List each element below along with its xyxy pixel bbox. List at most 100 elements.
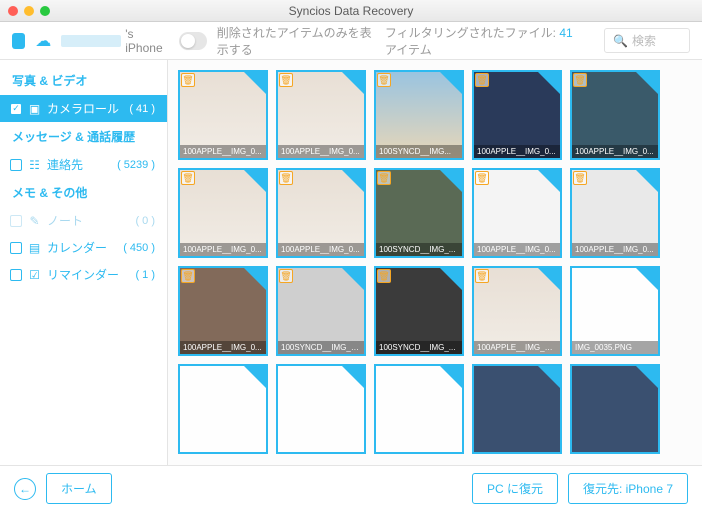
thumbnail-caption: 100APPLE__IMG_0...: [474, 145, 560, 158]
section-memo: メモ & その他: [0, 178, 167, 207]
thumbnail-item[interactable]: IMG_0035.PNG: [570, 266, 660, 356]
thumbnail-item[interactable]: 🗑100APPLE__IMG_0...: [472, 168, 562, 258]
minimize-icon[interactable]: [24, 6, 34, 16]
thumbnail-item[interactable]: [570, 364, 660, 454]
home-icon[interactable]: ←: [14, 478, 36, 500]
sidebar-item-label: カレンダー: [47, 239, 107, 256]
deleted-only-toggle[interactable]: [179, 32, 207, 50]
thumbnail-caption: 100APPLE__IMG_0...: [180, 341, 266, 354]
main: 写真 & ビデオ ✓ ▣ カメラロール ( 41 ) メッセージ & 通話履歴 …: [0, 60, 702, 465]
checkbox-icon[interactable]: ✓: [10, 103, 22, 115]
selected-corner-icon: [440, 268, 462, 290]
selected-corner-icon: [538, 72, 560, 94]
thumbnail-caption: 100APPLE__IMG_0...: [572, 243, 658, 256]
thumbnail-grid: 🗑100APPLE__IMG_0...🗑100APPLE__IMG_0...🗑1…: [168, 60, 702, 465]
trash-icon: 🗑: [279, 73, 293, 87]
thumbnail-item[interactable]: 🗑 100APPLE__IMG_0...: [276, 70, 366, 160]
cloud-icon: ☁: [35, 31, 51, 51]
thumbnail-caption: 100APPLE__IMG_0...: [278, 243, 364, 256]
thumbnail-item[interactable]: 🗑 100APPLE__IMG_0...: [570, 168, 660, 258]
toolbar: ☁ 's iPhone 削除されたアイテムのみを表示する フィルタリングされたフ…: [0, 22, 702, 60]
thumbnail-item[interactable]: 🗑100SYNCD__IMG...: [374, 70, 464, 160]
thumbnail-item[interactable]: 🗑 100APPLE__IMG_0...: [178, 70, 268, 160]
thumbnail-caption: 100SYNCD__IMG_...: [376, 243, 462, 256]
thumbnail-item[interactable]: 🗑 100APPLE__IMG_0...: [276, 168, 366, 258]
device-name-redacted: [61, 35, 121, 47]
thumbnail-item[interactable]: 🗑100SYNCD__IMG_...: [374, 266, 464, 356]
selected-corner-icon: [342, 170, 364, 192]
search-input[interactable]: 🔍 検索: [604, 28, 690, 53]
thumbnail-item[interactable]: [472, 364, 562, 454]
selected-corner-icon: [538, 268, 560, 290]
footer: ← ホーム PC に復元 復元先: iPhone 7: [0, 465, 702, 511]
sidebar-item-count: ( 41 ): [129, 103, 155, 115]
selected-corner-icon: [538, 366, 560, 388]
thumbnail-item[interactable]: 🗑 100APPLE__IMG_0...: [472, 70, 562, 160]
device-suffix: 's iPhone: [125, 27, 162, 55]
trash-icon: 🗑: [279, 269, 293, 283]
titlebar: Syncios Data Recovery: [0, 0, 702, 22]
checkbox-icon[interactable]: [10, 269, 22, 281]
sidebar: 写真 & ビデオ ✓ ▣ カメラロール ( 41 ) メッセージ & 通話履歴 …: [0, 60, 168, 465]
trash-icon: 🗑: [573, 171, 587, 185]
checkbox-icon[interactable]: [10, 159, 22, 171]
thumbnail-item[interactable]: [374, 364, 464, 454]
selected-corner-icon: [636, 366, 658, 388]
sidebar-item-label: リマインダー: [47, 266, 119, 283]
sidebar-item-calendar[interactable]: ▤ カレンダー ( 450 ): [0, 234, 167, 261]
thumbnail-caption: 100APPLE__IMG_0...: [474, 243, 560, 256]
thumbnail-item[interactable]: 🗑 100SYNCD__IMG_...: [374, 168, 464, 258]
thumbnail-caption: 100SYNCD__IMG_0...: [278, 341, 364, 354]
notes-icon: ✎: [28, 214, 41, 227]
recover-pc-button[interactable]: PC に復元: [472, 473, 558, 504]
window-controls: [8, 6, 50, 16]
thumbnail-item[interactable]: 🗑100APPLE__IMG_0...: [178, 266, 268, 356]
thumbnail-item[interactable]: 🗑 100SYNCD__IMG_0...: [276, 266, 366, 356]
thumbnail-item[interactable]: [276, 364, 366, 454]
reminders-icon: ☑: [28, 268, 41, 281]
thumbnail-caption: 100SYNCD__IMG_...: [376, 341, 462, 354]
calendar-icon: ▤: [28, 241, 41, 254]
window-title: Syncios Data Recovery: [0, 4, 702, 18]
checkbox-icon[interactable]: [10, 242, 22, 254]
sidebar-item-count: ( 1 ): [135, 269, 155, 281]
sidebar-item-label: カメラロール: [47, 100, 119, 117]
thumbnail-item[interactable]: 🗑100APPLE__IMG_N...: [472, 266, 562, 356]
sidebar-item-label: ノート: [47, 212, 83, 229]
selected-corner-icon: [636, 72, 658, 94]
filter-count: 41: [559, 26, 572, 40]
recover-device-button[interactable]: 復元先: iPhone 7: [568, 473, 688, 504]
selected-corner-icon: [538, 170, 560, 192]
deleted-only-label: 削除されたアイテムのみを表示する: [217, 24, 375, 58]
sidebar-item-label: 連絡先: [47, 156, 83, 173]
grid-inner: 🗑100APPLE__IMG_0...🗑100APPLE__IMG_0...🗑1…: [178, 70, 692, 454]
selected-corner-icon: [440, 170, 462, 192]
trash-icon: 🗑: [475, 269, 489, 283]
trash-icon: 🗑: [573, 73, 587, 87]
zoom-icon[interactable]: [40, 6, 50, 16]
sidebar-item-count: ( 450 ): [123, 242, 155, 254]
sidebar-item-reminders[interactable]: ☑ リマインダー ( 1 ): [0, 261, 167, 288]
trash-icon: 🗑: [279, 171, 293, 185]
thumbnail-item[interactable]: 🗑100APPLE__IMG_0...: [570, 70, 660, 160]
checkbox-icon: [10, 215, 22, 227]
thumbnail-caption: 100APPLE__IMG_0...: [278, 145, 364, 158]
selected-corner-icon: [636, 170, 658, 192]
trash-icon: 🗑: [475, 73, 489, 87]
trash-icon: 🗑: [181, 73, 195, 87]
selected-corner-icon: [342, 72, 364, 94]
sidebar-item-camera-roll[interactable]: ✓ ▣ カメラロール ( 41 ): [0, 95, 167, 122]
thumbnail-caption: 100APPLE__IMG_0...: [180, 145, 266, 158]
selected-corner-icon: [244, 170, 266, 192]
sidebar-item-notes: ✎ ノート ( 0 ): [0, 207, 167, 234]
close-icon[interactable]: [8, 6, 18, 16]
sidebar-item-contacts[interactable]: ☷ 連絡先 ( 5239 ): [0, 151, 167, 178]
trash-icon: 🗑: [377, 171, 391, 185]
section-photos: 写真 & ビデオ: [0, 66, 167, 95]
home-button[interactable]: ホーム: [46, 473, 112, 504]
thumbnail-caption: IMG_0035.PNG: [572, 341, 658, 354]
device-icon: [12, 33, 25, 49]
thumbnail-item[interactable]: [178, 364, 268, 454]
thumbnail-item[interactable]: 🗑100APPLE__IMG_0...: [178, 168, 268, 258]
selected-corner-icon: [440, 72, 462, 94]
